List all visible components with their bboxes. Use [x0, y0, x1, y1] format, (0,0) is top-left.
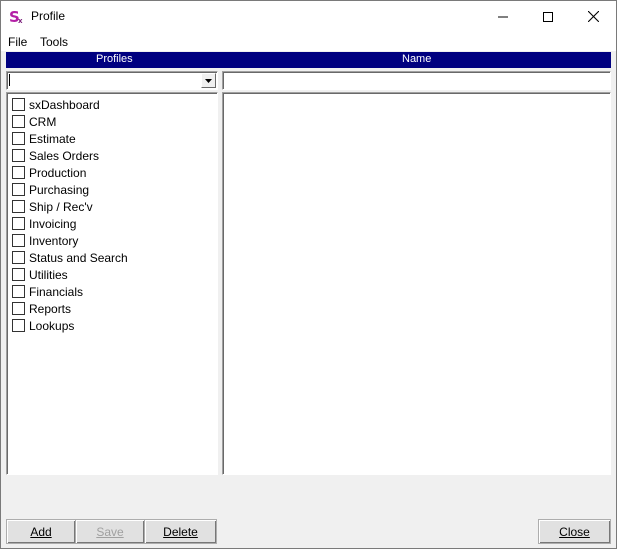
close-icon [588, 11, 599, 22]
save-button-label: Save [96, 524, 124, 539]
window-title: Profile [31, 9, 66, 23]
menu-file[interactable]: File [8, 35, 27, 49]
chevron-down-icon [205, 78, 212, 83]
close-button-label: Close [559, 524, 590, 539]
module-item[interactable]: Financials [12, 283, 128, 300]
module-label: Production [29, 165, 87, 180]
minimize-icon [497, 16, 508, 17]
module-checkbox[interactable] [12, 115, 25, 128]
module-checkbox[interactable] [12, 285, 25, 298]
module-label: Reports [29, 301, 72, 316]
module-label: Purchasing [29, 182, 90, 197]
module-label: CRM [29, 114, 57, 129]
module-label: Sales Orders [29, 148, 100, 163]
module-item[interactable]: Ship / Rec'v [12, 198, 128, 215]
module-item[interactable]: Estimate [12, 130, 128, 147]
add-button-label: Add [30, 524, 52, 539]
module-item[interactable]: CRM [12, 113, 128, 130]
module-label: Estimate [29, 131, 76, 146]
maximize-icon [542, 11, 553, 22]
module-checkbox[interactable] [12, 234, 25, 247]
module-item[interactable]: Purchasing [12, 181, 128, 198]
module-item[interactable]: Utilities [12, 266, 128, 283]
minimize-button[interactable] [480, 1, 525, 32]
module-item[interactable]: Lookups [12, 317, 128, 334]
menu-tools[interactable]: Tools [40, 35, 68, 49]
module-item[interactable]: Reports [12, 300, 128, 317]
module-checkbox[interactable] [12, 166, 25, 179]
module-list: sxDashboard CRM Estimate Sales Orders Produc… [12, 96, 128, 334]
module-checkbox[interactable] [12, 149, 25, 162]
module-label: sxDashboard [29, 97, 100, 112]
module-item[interactable]: Inventory [12, 232, 128, 249]
profiles-header: Profiles [96, 53, 133, 65]
module-checkbox[interactable] [12, 319, 25, 332]
close-window-button[interactable] [571, 1, 616, 32]
module-checkbox[interactable] [12, 217, 25, 230]
module-item[interactable]: Sales Orders [12, 147, 128, 164]
module-checkbox[interactable] [12, 200, 25, 213]
close-button[interactable]: Close [538, 519, 611, 544]
module-checkbox[interactable] [12, 132, 25, 145]
module-checkbox[interactable] [12, 268, 25, 281]
module-item[interactable]: Invoicing [12, 215, 128, 232]
save-button[interactable]: Save [75, 519, 145, 544]
module-label: Ship / Rec'v [29, 199, 93, 214]
module-item[interactable]: sxDashboard [12, 96, 128, 113]
module-label: Lookups [29, 318, 75, 333]
maximize-button[interactable] [525, 1, 570, 32]
module-checkbox[interactable] [12, 302, 25, 315]
menu-bar: File Tools [1, 32, 616, 51]
profile-select[interactable] [6, 71, 218, 90]
module-label: Invoicing [29, 216, 77, 231]
column-header-band: Profiles Name [6, 52, 611, 68]
add-button[interactable]: Add [6, 519, 76, 544]
svg-text:x: x [18, 17, 23, 24]
module-label: Status and Search [29, 250, 128, 265]
title-bar[interactable]: S x Profile [1, 1, 616, 32]
sx-app-icon: S x [9, 8, 23, 24]
name-input[interactable] [222, 71, 611, 90]
module-label: Utilities [29, 267, 68, 282]
module-item[interactable]: Production [12, 164, 128, 181]
module-checklist: sxDashboard CRM Estimate Sales Orders Produc… [6, 92, 218, 475]
module-item[interactable]: Status and Search [12, 249, 128, 266]
module-label: Inventory [29, 233, 79, 248]
profile-dropdown-button[interactable] [201, 73, 216, 88]
module-checkbox[interactable] [12, 183, 25, 196]
module-label: Financials [29, 284, 84, 299]
module-checkbox[interactable] [12, 98, 25, 111]
delete-button[interactable]: Delete [144, 519, 217, 544]
profile-name-list[interactable] [222, 92, 611, 475]
text-caret [9, 74, 10, 86]
profile-window: S x Profile File Tools Profiles Name sxD… [0, 0, 617, 549]
module-checkbox[interactable] [12, 251, 25, 264]
delete-button-label: Delete [163, 524, 198, 539]
name-header: Name [402, 53, 432, 65]
